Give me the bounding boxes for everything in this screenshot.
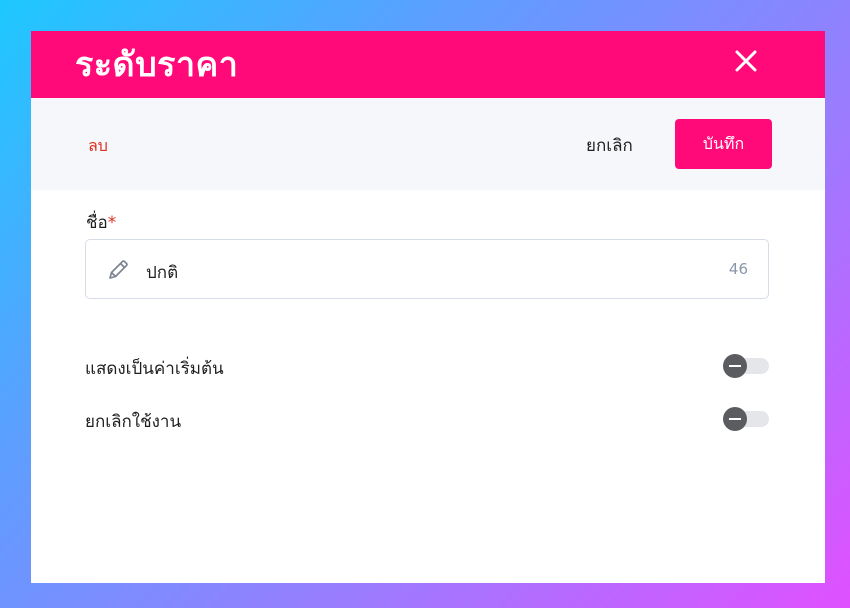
name-field-label: ชื่อ*	[86, 209, 116, 236]
default-toggle[interactable]	[723, 354, 769, 378]
toggle-row-default: แสดงเป็นค่าเริ่มต้น	[85, 350, 769, 380]
required-mark: *	[107, 213, 117, 233]
dialog-header: ระดับราคา	[31, 31, 825, 98]
save-button[interactable]: บันทึก	[675, 119, 772, 169]
toggle-row-disable: ยกเลิกใช้งาน	[85, 403, 769, 433]
close-icon	[735, 50, 757, 72]
char-counter: 46	[728, 260, 748, 278]
dialog-title: ระดับราคา	[75, 45, 239, 85]
disable-toggle[interactable]	[723, 407, 769, 431]
toggle-label-default: แสดงเป็นค่าเริ่มต้น	[85, 359, 224, 379]
name-label-text: ชื่อ	[86, 213, 108, 233]
toggle-knob	[723, 407, 747, 431]
name-input-value[interactable]: ปกติ	[146, 259, 178, 286]
pencil-icon	[109, 260, 128, 279]
name-input[interactable]: ปกติ 46	[85, 239, 769, 299]
delete-button[interactable]: ลบ	[88, 134, 108, 159]
cancel-button[interactable]: ยกเลิก	[586, 132, 633, 159]
toggle-knob	[723, 354, 747, 378]
price-level-dialog: ระดับราคา ลบ ยกเลิก บันทึก ชื่อ* ปกติ 46	[31, 31, 825, 583]
close-button[interactable]	[731, 46, 761, 76]
toggle-label-disable: ยกเลิกใช้งาน	[85, 412, 182, 432]
dialog-toolbar: ลบ ยกเลิก บันทึก	[31, 98, 825, 190]
